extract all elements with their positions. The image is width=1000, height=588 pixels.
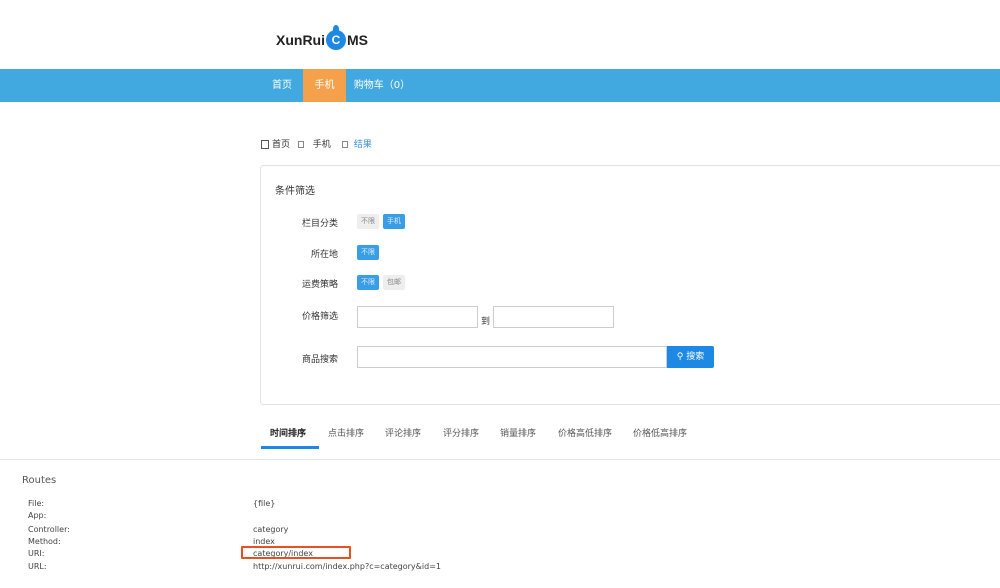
tab-sort-price-desc[interactable]: 价格高低排序	[558, 428, 612, 440]
product-search-input[interactable]	[357, 346, 667, 368]
location-label: 所在地	[310, 250, 338, 260]
price-max-input[interactable]	[493, 306, 614, 328]
home-icon	[261, 140, 269, 149]
route-value-url: http://xunrui.com/index.php?c=category&i…	[253, 562, 441, 571]
shipping-option-free[interactable]: 包邮	[383, 275, 405, 290]
route-key-app: App:	[28, 511, 47, 520]
category-option-any[interactable]: 不限	[357, 214, 379, 229]
route-key-uri: URI:	[28, 549, 45, 558]
uri-highlight-box	[241, 546, 351, 559]
shipping-label: 运费策略	[301, 280, 338, 290]
tab-sort-price-asc[interactable]: 价格低高排序	[633, 428, 687, 440]
price-label: 价格筛选	[301, 312, 338, 322]
category-option-phone[interactable]: 手机	[383, 214, 405, 229]
tab-sort-time[interactable]: 时间排序	[270, 428, 306, 440]
price-min-input[interactable]	[357, 306, 478, 328]
active-tab-indicator	[261, 446, 319, 449]
logo-flame-icon: C	[326, 25, 346, 50]
route-key-url: URL:	[28, 562, 47, 571]
route-value-controller: category	[253, 525, 289, 534]
site-logo[interactable]: XunRui C MS	[276, 25, 368, 50]
routes-title: Routes	[22, 475, 57, 486]
filter-title: 条件筛选	[275, 186, 315, 197]
route-key-file: File:	[28, 499, 45, 508]
logo-text-c: C	[331, 33, 341, 47]
breadcrumb-home-label: 首页	[272, 140, 291, 150]
separator-icon	[298, 141, 304, 148]
section-divider	[0, 459, 1000, 460]
logo-text-ms: MS	[347, 32, 368, 48]
search-label: 商品搜索	[301, 355, 338, 365]
route-value-file: {file}	[253, 499, 276, 508]
breadcrumb-result: 结果	[342, 139, 372, 151]
logo-text-xunrui: XunRui	[276, 32, 325, 48]
tab-sort-sales[interactable]: 销量排序	[500, 428, 536, 440]
nav-item-cart[interactable]: 购物车（0）	[351, 69, 413, 102]
breadcrumb-phone[interactable]: 手机	[298, 139, 331, 151]
separator-icon	[342, 141, 348, 148]
breadcrumb-home[interactable]: 首页	[261, 139, 290, 151]
tab-sort-rating[interactable]: 评分排序	[443, 428, 479, 440]
search-icon: ⚲	[676, 352, 684, 362]
tab-sort-comments[interactable]: 评论排序	[385, 428, 421, 440]
shipping-option-any[interactable]: 不限	[357, 275, 379, 290]
location-option-any[interactable]: 不限	[357, 245, 379, 260]
nav-item-home[interactable]: 首页	[262, 69, 302, 102]
category-label: 栏目分类	[301, 219, 338, 229]
nav-item-phone[interactable]: 手机	[303, 69, 346, 102]
route-key-controller: Controller:	[28, 525, 70, 534]
tab-sort-clicks[interactable]: 点击排序	[328, 428, 364, 440]
breadcrumb-result-label: 结果	[353, 140, 372, 150]
route-key-method: Method:	[28, 537, 61, 546]
search-button[interactable]: ⚲ 搜索	[667, 346, 714, 368]
main-nav	[0, 69, 1000, 102]
price-to-label: 到	[481, 317, 491, 327]
search-button-label: 搜索	[686, 352, 705, 362]
breadcrumb-phone-label: 手机	[312, 140, 331, 150]
